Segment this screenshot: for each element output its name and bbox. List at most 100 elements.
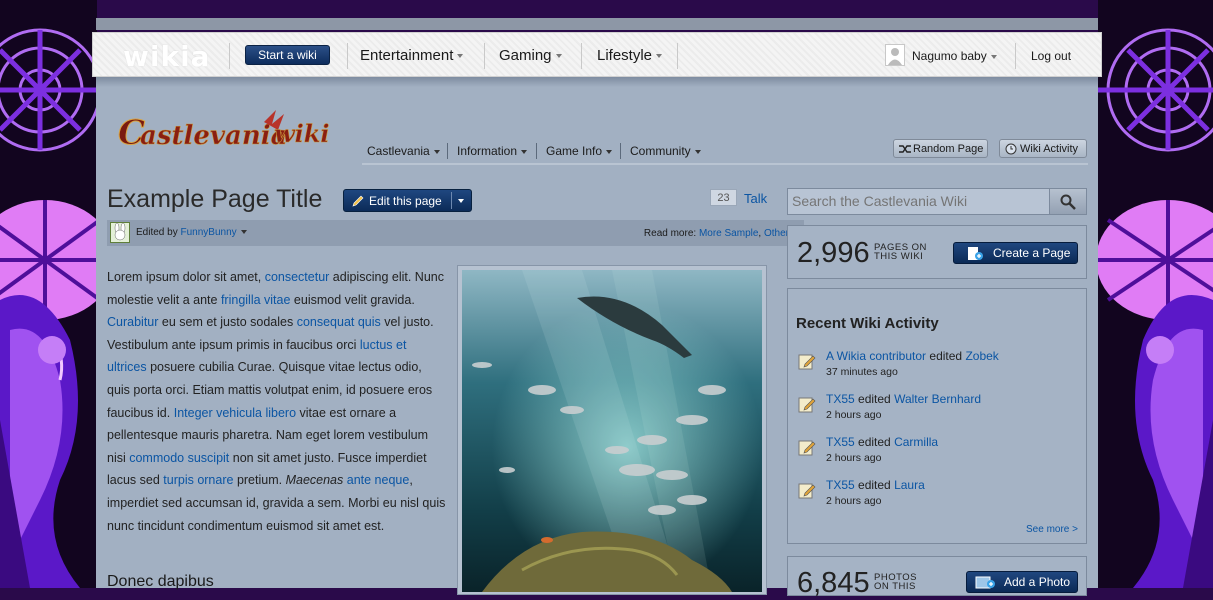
activity-line: TX55 edited Walter Bernhard (826, 392, 981, 406)
edit-activity-icon (798, 354, 816, 370)
activity-page-link[interactable]: Zobek (965, 349, 998, 363)
pages-count: 2,996 (797, 237, 870, 269)
nav-divider (677, 43, 678, 69)
edit-activity-icon (798, 440, 816, 456)
activity-line: TX55 edited Laura (826, 478, 925, 492)
activity-line: TX55 edited Carmilla (826, 435, 938, 449)
editor-link[interactable]: FunnyBunny (180, 227, 236, 238)
read-more-link[interactable]: More Sample (699, 228, 758, 239)
chevron-down-icon (656, 54, 663, 59)
lifestyle-menu[interactable]: Lifestyle (597, 47, 663, 64)
see-more-link[interactable]: See more > (1026, 524, 1078, 535)
article-link[interactable]: fringilla vitae (221, 293, 290, 307)
pages-label: PAGES ON THIS WIKI (874, 243, 927, 262)
recent-activity-module: Recent Wiki Activity A Wikia contributor… (787, 288, 1087, 544)
button-divider (451, 192, 452, 209)
castlevania-wiki-logo[interactable]: C astlevania wiki (116, 104, 336, 159)
nav-divider (536, 143, 537, 159)
activity-user-link[interactable]: TX55 (826, 478, 855, 492)
article-link[interactable]: Integer vehicula libero (174, 406, 296, 420)
chevron-down-icon[interactable] (458, 199, 464, 203)
edit-activity-icon (798, 483, 816, 499)
wiki-nav-community[interactable]: Community (630, 144, 701, 158)
nav-divider (620, 143, 621, 159)
bunny-avatar-icon (114, 222, 126, 241)
section-heading: Donec dapibus (107, 573, 214, 590)
activity-page-link[interactable]: Laura (894, 478, 925, 492)
article-link[interactable]: luctus et ultrices (107, 338, 406, 375)
random-page-button[interactable]: Random Page (893, 139, 988, 158)
pencil-icon (352, 195, 364, 207)
talk-link[interactable]: Talk (744, 191, 767, 206)
nav-divider (447, 143, 448, 159)
search-input[interactable] (792, 193, 1042, 209)
wiki-nav-game-info[interactable]: Game Info (546, 144, 613, 158)
search-button[interactable] (1049, 189, 1086, 214)
global-nav: wikia Start a wiki Entertainment Gaming … (92, 32, 1102, 77)
edited-by-bar: Edited by FunnyBunny Read more: More Sam… (107, 220, 804, 246)
activity-user-link[interactable]: A Wikia contributor (826, 349, 926, 363)
chevron-down-icon (990, 54, 997, 59)
lifestyle-menu-label: Lifestyle (597, 47, 653, 64)
photos-count: 6,845 (797, 567, 870, 599)
article-link[interactable]: commodo suscipit (129, 451, 229, 465)
header-divider (362, 163, 1088, 165)
wiki-activity-button[interactable]: Wiki Activity (999, 139, 1087, 158)
chevron-down-icon[interactable] (240, 230, 247, 235)
search-icon (1060, 194, 1076, 210)
create-page-label: Create a Page (993, 246, 1071, 260)
editor-avatar[interactable] (110, 222, 130, 243)
aquarium-photo[interactable] (462, 270, 762, 592)
user-name: Nagumo baby (912, 49, 987, 63)
user-avatar[interactable] (885, 44, 905, 66)
wiki-page: C astlevania wiki Castlevania Informatio… (96, 77, 1098, 599)
activity-user-link[interactable]: TX55 (826, 392, 855, 406)
activity-action: edited (858, 478, 891, 492)
user-menu[interactable]: Nagumo baby (912, 49, 997, 63)
wiki-nav-castlevania[interactable]: Castlevania (367, 144, 440, 158)
logout-link[interactable]: Log out (1031, 49, 1071, 63)
nav-divider (229, 43, 230, 69)
wiki-nav-information[interactable]: Information (457, 144, 528, 158)
activity-user-link[interactable]: TX55 (826, 435, 855, 449)
random-page-label: Random Page (913, 143, 984, 155)
recent-activity-title: Recent Wiki Activity (796, 315, 939, 332)
activity-action: edited (858, 392, 891, 406)
activity-page-link[interactable]: Carmilla (894, 435, 938, 449)
chevron-down-icon (555, 54, 562, 59)
chevron-down-icon (433, 149, 440, 154)
article-link[interactable]: consectetur (265, 270, 330, 284)
article-link[interactable]: ante neque (347, 473, 410, 487)
activity-action: edited (929, 349, 963, 363)
entertainment-menu[interactable]: Entertainment (360, 47, 464, 64)
gaming-menu[interactable]: Gaming (499, 47, 562, 64)
wiki-activity-label: Wiki Activity (1020, 143, 1079, 155)
activity-item: TX55 edited Laura 2 hours ago (796, 478, 1081, 518)
chevron-down-icon (457, 54, 464, 59)
activity-time: 2 hours ago (826, 409, 882, 421)
activity-page-link[interactable]: Walter Bernhard (894, 392, 981, 406)
shuffle-icon (899, 145, 911, 153)
nav-divider (581, 43, 582, 69)
background-art-right (1098, 0, 1213, 588)
edit-page-button[interactable]: Edit this page (343, 189, 472, 212)
start-wiki-button[interactable]: Start a wiki (245, 45, 330, 65)
article-link[interactable]: Curabitur (107, 315, 158, 329)
photos-label: PHOTOS ON THIS (874, 573, 917, 592)
article-link[interactable]: turpis ornare (163, 473, 233, 487)
article-link[interactable]: consequat quis (297, 315, 381, 329)
page-title: Example Page Title (107, 185, 323, 213)
wikia-logo[interactable]: wikia (123, 40, 211, 73)
activity-clock-icon (1005, 143, 1017, 155)
entertainment-menu-label: Entertainment (360, 47, 454, 64)
edited-by-text: Edited by FunnyBunny (136, 227, 247, 238)
activity-line: A Wikia contributor edited Zobek (826, 349, 999, 363)
photos-module: 6,845 PHOTOS ON THIS Add a Photo (787, 556, 1087, 599)
top-strip (96, 18, 1098, 30)
add-photo-button[interactable]: Add a Photo (966, 571, 1078, 593)
wiki-nav-label: Castlevania (367, 144, 430, 158)
chevron-down-icon (606, 149, 613, 154)
create-page-button[interactable]: Create a Page (953, 242, 1078, 264)
comment-count[interactable]: 23 (710, 189, 737, 206)
wiki-nav-label: Game Info (546, 144, 603, 158)
